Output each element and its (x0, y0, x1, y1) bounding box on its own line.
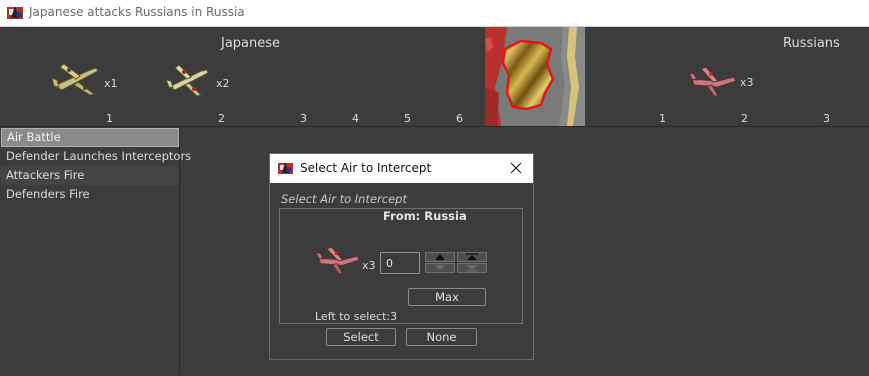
step-defender-launches-interceptors[interactable]: Defender Launches Interceptors (1, 147, 191, 166)
decrement-button[interactable] (425, 263, 455, 273)
attacker-unit-bomber: x1 (50, 60, 118, 100)
attacker-unit-count: x2 (216, 77, 230, 90)
defender-label: Russians (783, 36, 840, 51)
defender-unit-count: x3 (740, 76, 754, 89)
attacker-label: Japanese (221, 36, 281, 51)
quantity-input[interactable] (380, 252, 420, 274)
intercept-selection-panel: From: Russia x3 Max (279, 208, 523, 324)
game-map-icon (278, 161, 293, 176)
bomber-plane-icon (51, 63, 99, 96)
double-arrow-up-icon (466, 253, 478, 260)
window-title-bar: Japanese attacks Russians in Russia (0, 0, 869, 27)
double-arrow-down-icon (466, 265, 478, 272)
select-air-to-intercept-dialog: Select Air to Intercept Select Air to In… (269, 153, 534, 360)
decrement-min-button[interactable] (457, 263, 487, 273)
increment-max-button[interactable] (457, 252, 487, 262)
defender-die-2: 2 (741, 112, 748, 125)
defender-die-1: 1 (659, 112, 666, 125)
red-fighter-plane-icon (315, 246, 360, 275)
defender-unit-fighter: x3 (688, 63, 754, 101)
step-attackers-fire[interactable]: Attackers Fire (1, 166, 179, 185)
arrow-up-icon (435, 254, 445, 260)
select-button[interactable]: Select (326, 328, 396, 346)
dialog-subtitle: Select Air to Intercept (281, 192, 407, 206)
attacker-die-3: 3 (300, 112, 307, 125)
fighter-plane-icon (165, 64, 209, 97)
territory-map-icon (485, 27, 585, 126)
attacker-die-4: 4 (352, 112, 359, 125)
unit-count: x3 (362, 259, 376, 272)
step-air-battle[interactable]: Air Battle (1, 128, 179, 147)
attacker-die-1: 1 (106, 112, 113, 125)
battle-display: Japanese Russians x1 x2 1 2 3 4 5 6 x3 1… (0, 27, 869, 126)
attacker-die-5: 5 (404, 112, 411, 125)
window-title: Japanese attacks Russians in Russia (29, 5, 245, 19)
attacker-die-2: 2 (218, 112, 225, 125)
game-map-icon (6, 4, 24, 22)
increment-button[interactable] (425, 252, 455, 262)
red-fighter-plane-icon (688, 66, 737, 97)
attacker-unit-count: x1 (104, 77, 118, 90)
close-icon[interactable] (508, 160, 524, 176)
none-button[interactable]: None (406, 328, 477, 346)
dialog-title-bar: Select Air to Intercept (270, 154, 533, 183)
from-territory-label: From: Russia (383, 209, 467, 223)
max-button[interactable]: Max (408, 288, 486, 306)
attacker-die-6: 6 (456, 112, 463, 125)
attacker-unit-fighter: x2 (163, 59, 230, 101)
unit-plane (315, 243, 361, 279)
dialog-title: Select Air to Intercept (300, 161, 432, 175)
arrow-down-icon (435, 265, 445, 271)
left-to-select-label: Left to select:3 (315, 310, 398, 323)
battle-steps-list: Air Battle Defender Launches Interceptor… (1, 128, 191, 375)
defender-die-3: 3 (823, 112, 830, 125)
step-defenders-fire[interactable]: Defenders Fire (1, 185, 179, 204)
